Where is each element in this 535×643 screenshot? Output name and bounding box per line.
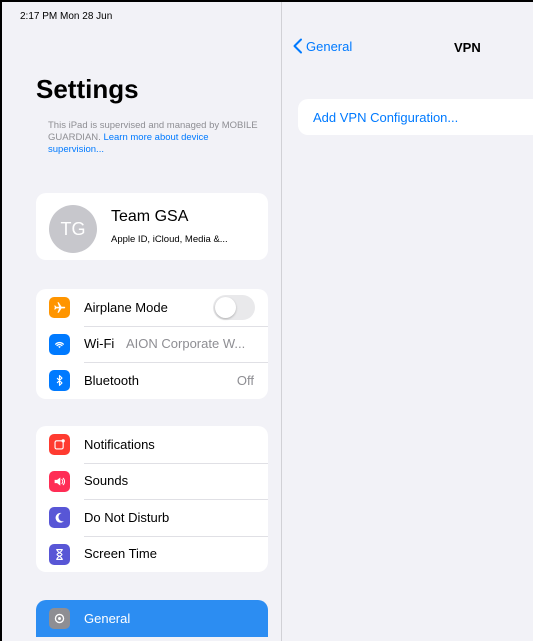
add-vpn-configuration-label: Add VPN Configuration... xyxy=(313,109,459,125)
profile-subtitle: Apple ID, iCloud, Media &... xyxy=(111,234,228,245)
sidebar-item-notifications[interactable]: Notifications xyxy=(36,426,268,463)
nav-title: VPN xyxy=(454,40,481,55)
avatar: TG xyxy=(49,205,97,253)
sidebar-item-label: Do Not Disturb xyxy=(84,509,170,525)
supervision-notice: This iPad is supervised and managed by M… xyxy=(48,120,263,156)
profile-name: Team GSA xyxy=(111,208,189,225)
gear-icon xyxy=(49,608,70,629)
sidebar-item-label: Airplane Mode xyxy=(84,299,168,315)
sidebar-item-label: Bluetooth xyxy=(84,372,139,388)
notifications-icon xyxy=(49,434,70,455)
wifi-network-name: AION Corporate W... xyxy=(126,336,246,352)
wifi-icon xyxy=(49,333,70,355)
airplane-mode-toggle[interactable] xyxy=(213,294,255,320)
moon-icon xyxy=(49,507,70,528)
sidebar-item-bluetooth[interactable]: Bluetooth Off xyxy=(36,362,268,399)
sidebar-item-label: Sounds xyxy=(84,473,129,489)
vpn-detail-pane: General VPN Add VPN Configuration... xyxy=(282,2,533,641)
bluetooth-icon xyxy=(49,370,70,391)
toggle-knob xyxy=(215,296,236,318)
general-group: General xyxy=(36,600,268,637)
sidebar-item-label: Wi-Fi xyxy=(84,336,115,352)
sidebar-item-wifi[interactable]: Wi-Fi AION Corporate W... xyxy=(36,325,268,363)
sidebar-item-label: General xyxy=(84,610,131,626)
sidebar-item-label: Screen Time xyxy=(84,546,157,562)
speaker-icon xyxy=(49,470,70,492)
add-vpn-configuration-button[interactable]: Add VPN Configuration... xyxy=(298,99,533,135)
connectivity-group: Airplane Mode Wi-Fi AION Corporate W... … xyxy=(36,289,268,399)
hourglass-icon xyxy=(49,543,70,565)
sidebar-item-do-not-disturb[interactable]: Do Not Disturb xyxy=(36,499,268,536)
sidebar-item-screen-time[interactable]: Screen Time xyxy=(36,535,268,573)
notifications-group: Notifications Sounds Do Not Disturb Scre… xyxy=(36,426,268,572)
apple-id-profile-card[interactable]: TG Team GSA Apple ID, iCloud, Media &... xyxy=(36,193,268,260)
sidebar-item-label: Notifications xyxy=(84,436,155,452)
airplane-icon xyxy=(49,297,70,318)
page-title: Settings xyxy=(36,74,139,104)
sidebar-item-sounds[interactable]: Sounds xyxy=(36,462,268,500)
back-button[interactable]: General xyxy=(292,38,352,54)
sidebar-item-airplane-mode[interactable]: Airplane Mode xyxy=(36,289,268,326)
bluetooth-status: Off xyxy=(236,372,254,388)
sidebar-item-general[interactable]: General xyxy=(36,600,268,637)
back-button-label: General xyxy=(306,38,353,54)
chevron-left-icon xyxy=(293,38,302,54)
settings-sidebar: 2:17 PM Mon 28 Jun Settings This iPad is… xyxy=(2,2,281,641)
status-bar-time: 2:17 PM Mon 28 Jun xyxy=(20,11,113,22)
